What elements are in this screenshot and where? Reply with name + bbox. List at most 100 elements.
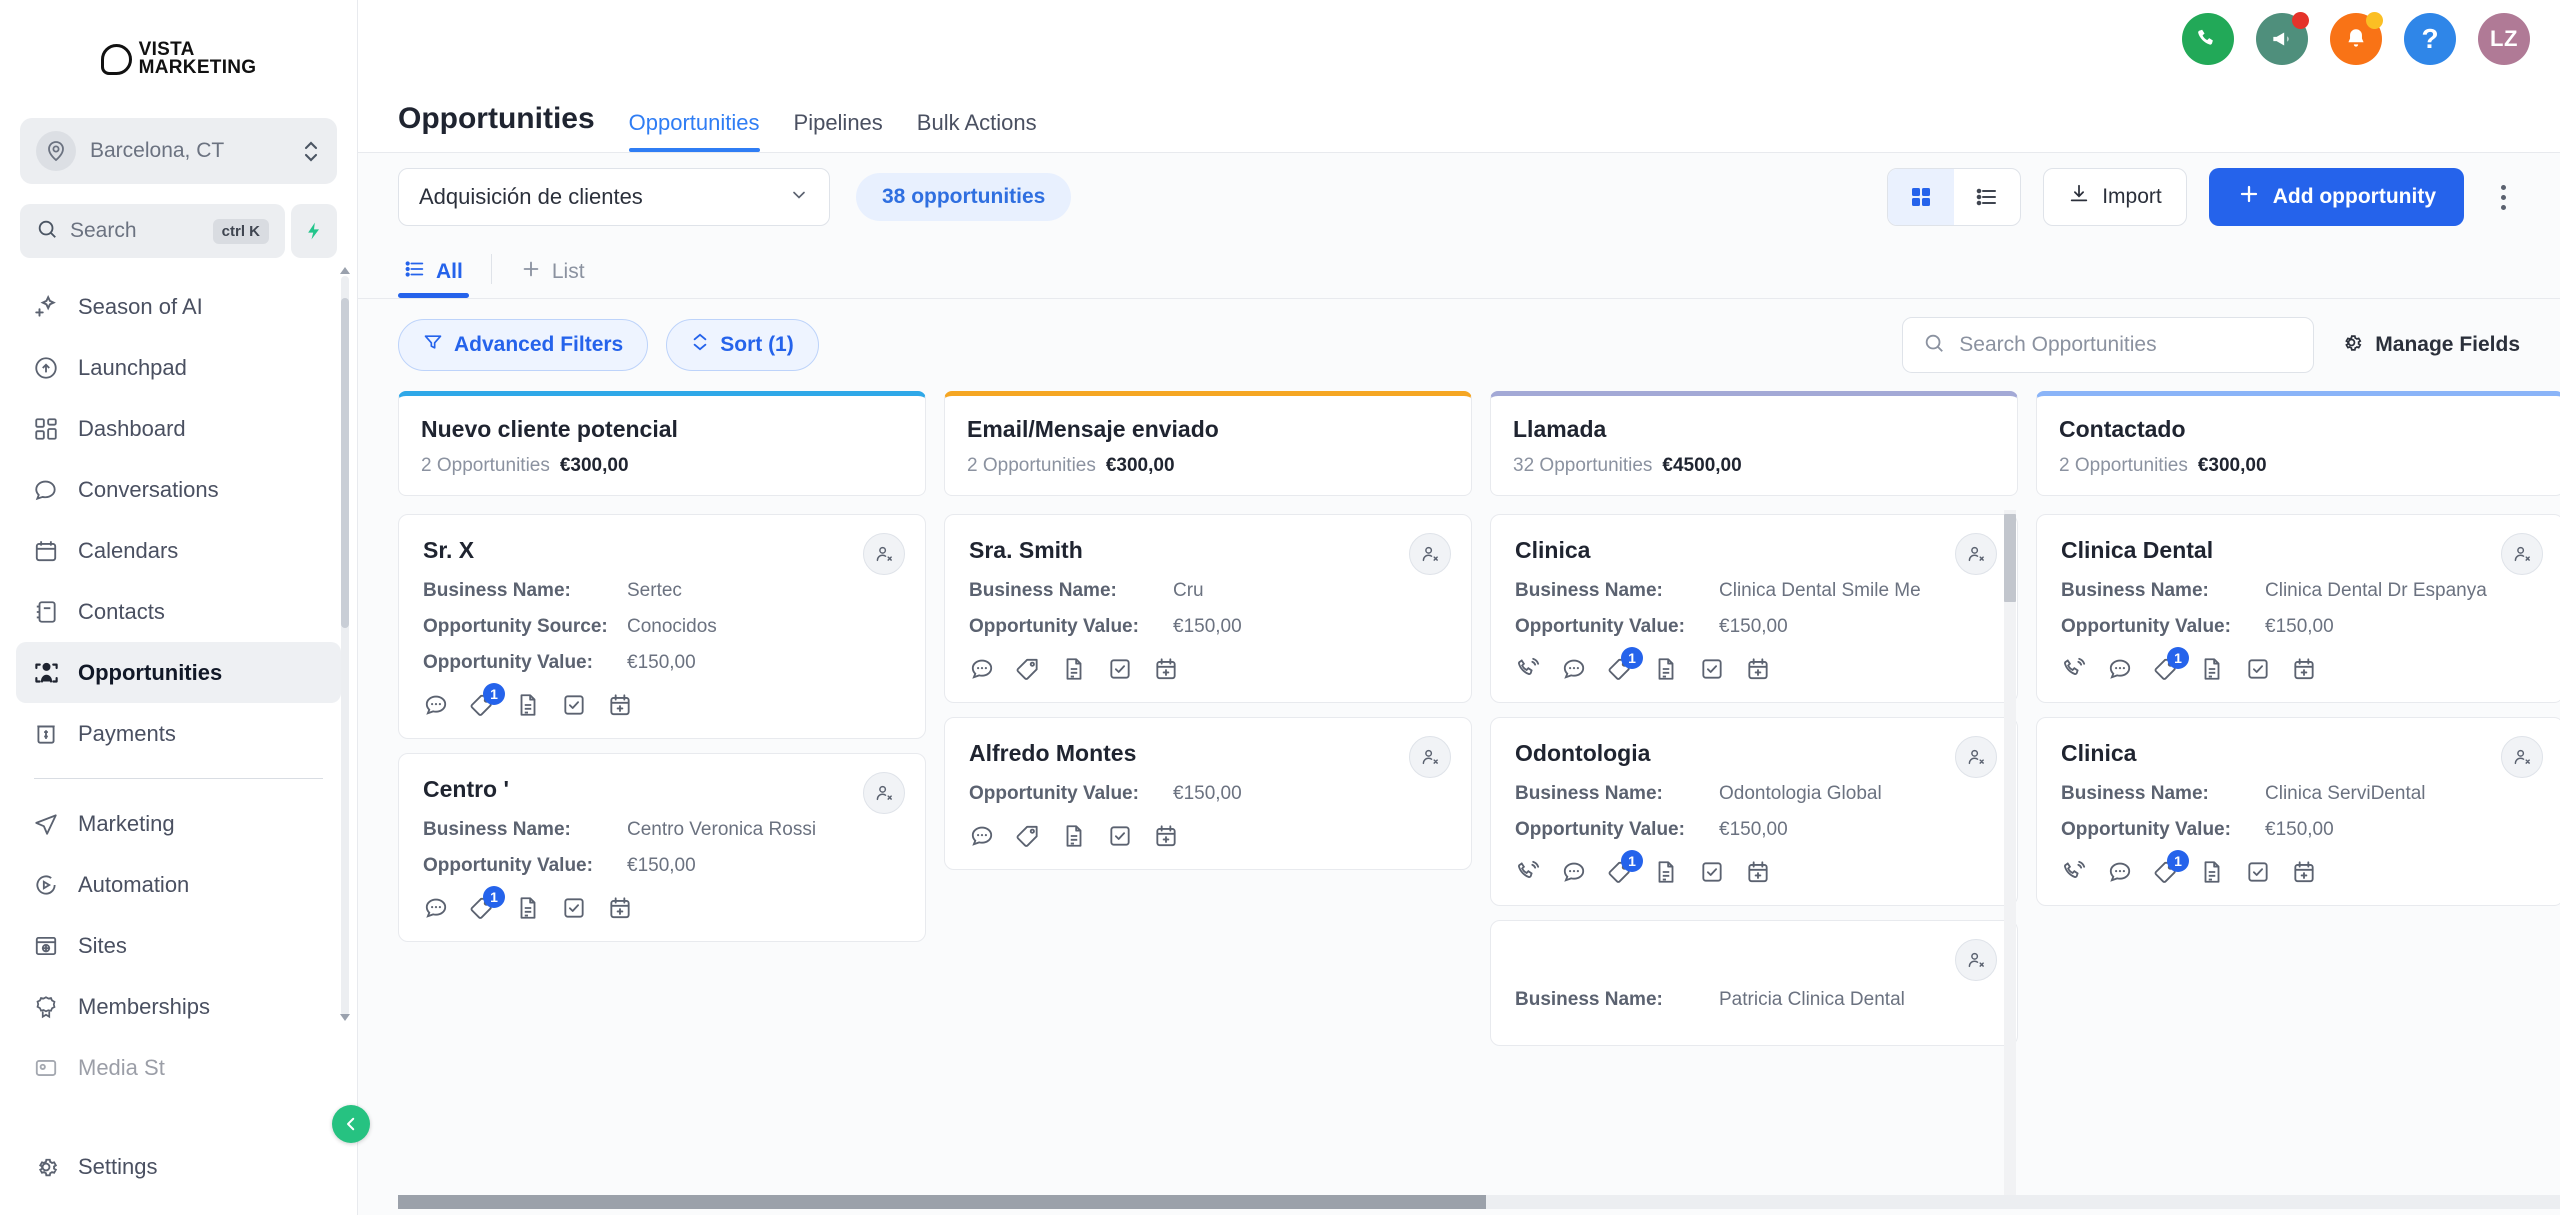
opportunity-card[interactable]: Centro ' Business Name: Centro Veronica Ro… bbox=[398, 753, 926, 942]
search-input[interactable]: Search ctrl K bbox=[20, 204, 285, 258]
document-icon[interactable] bbox=[1061, 656, 1087, 682]
document-icon[interactable] bbox=[1061, 823, 1087, 849]
chat-bubble-icon[interactable] bbox=[969, 656, 995, 682]
chat-bubble-icon[interactable] bbox=[423, 895, 449, 921]
column-scrollbar-track[interactable] bbox=[2004, 510, 2016, 1205]
document-icon[interactable] bbox=[1653, 656, 1679, 682]
task-check-icon[interactable] bbox=[561, 692, 587, 718]
opportunity-card[interactable]: Clinica Business Name: Clinica ServiDental… bbox=[2036, 717, 2560, 906]
column-scrollbar-thumb[interactable] bbox=[2004, 514, 2016, 602]
calendar-add-icon[interactable] bbox=[1153, 656, 1179, 682]
remove-person-icon[interactable] bbox=[1955, 533, 1997, 575]
list-view-icon[interactable] bbox=[1954, 169, 2020, 225]
avatar[interactable]: LZ bbox=[2478, 13, 2530, 65]
sidebar-item-conversations[interactable]: Conversations bbox=[16, 459, 341, 520]
chat-bubble-icon[interactable] bbox=[1561, 656, 1587, 682]
document-icon[interactable] bbox=[2199, 859, 2225, 885]
chat-bubble-icon[interactable] bbox=[1561, 859, 1587, 885]
chat-bubble-icon[interactable] bbox=[2107, 656, 2133, 682]
phone-outline-icon[interactable] bbox=[2061, 859, 2087, 885]
list-tab-all[interactable]: All bbox=[398, 258, 469, 298]
scroll-down-icon[interactable] bbox=[339, 1010, 351, 1022]
sort-button[interactable]: Sort (1) bbox=[666, 319, 819, 371]
sidebar-item-memberships[interactable]: Memberships bbox=[16, 976, 341, 1037]
tag-icon[interactable]: 1 bbox=[469, 683, 505, 718]
calendar-add-icon[interactable] bbox=[1745, 656, 1771, 682]
opportunity-card[interactable]: Clinica Business Name: Clinica Dental Smil… bbox=[1490, 514, 2018, 703]
tag-icon[interactable]: 1 bbox=[1607, 850, 1643, 885]
sidebar-item-launchpad[interactable]: Launchpad bbox=[16, 337, 341, 398]
opportunity-card[interactable]: Sra. Smith Business Name: Cru Opportunity V… bbox=[944, 514, 1472, 703]
calendar-add-icon[interactable] bbox=[607, 692, 633, 718]
tag-icon[interactable]: 1 bbox=[2153, 850, 2189, 885]
calendar-add-icon[interactable] bbox=[2291, 656, 2317, 682]
document-icon[interactable] bbox=[1653, 859, 1679, 885]
opportunity-card[interactable]: Alfredo Montes Opportunity Value: €150,00 bbox=[944, 717, 1472, 870]
collapse-sidebar-icon[interactable] bbox=[332, 1105, 370, 1143]
task-check-icon[interactable] bbox=[561, 895, 587, 921]
help-icon[interactable]: ? bbox=[2404, 13, 2456, 65]
task-check-icon[interactable] bbox=[2245, 859, 2271, 885]
tab-opportunities[interactable]: Opportunities bbox=[628, 110, 760, 152]
document-icon[interactable] bbox=[515, 895, 541, 921]
task-check-icon[interactable] bbox=[2245, 656, 2271, 682]
document-icon[interactable] bbox=[515, 692, 541, 718]
notification-bell-icon[interactable] bbox=[2330, 12, 2383, 65]
remove-person-icon[interactable] bbox=[1955, 939, 1997, 981]
more-options-icon[interactable] bbox=[2486, 184, 2520, 210]
phone-call-icon[interactable] bbox=[2182, 13, 2234, 65]
task-check-icon[interactable] bbox=[1107, 656, 1133, 682]
sidebar-item-season-of-ai[interactable]: Season of AI bbox=[16, 276, 341, 337]
scroll-up-icon[interactable] bbox=[339, 264, 351, 276]
remove-person-icon[interactable] bbox=[863, 533, 905, 575]
calendar-add-icon[interactable] bbox=[1745, 859, 1771, 885]
tag-icon[interactable] bbox=[1015, 823, 1041, 849]
remove-person-icon[interactable] bbox=[1409, 533, 1451, 575]
quick-action-bolt-icon[interactable] bbox=[291, 204, 337, 258]
sidebar-item-opportunities[interactable]: Opportunities bbox=[16, 642, 341, 703]
tag-icon[interactable] bbox=[1015, 656, 1041, 682]
sidebar-item-marketing[interactable]: Marketing bbox=[16, 793, 341, 854]
opportunity-card[interactable]: Odontologia Business Name: Odontologia Glo… bbox=[1490, 717, 2018, 906]
remove-person-icon[interactable] bbox=[863, 772, 905, 814]
manage-fields-button[interactable]: Manage Fields bbox=[2340, 331, 2520, 360]
document-icon[interactable] bbox=[2199, 656, 2225, 682]
sidebar-item-calendars[interactable]: Calendars bbox=[16, 520, 341, 581]
opportunity-card[interactable]: Sr. X Business Name: Sertec Opportunity Sou… bbox=[398, 514, 926, 739]
tab-pipelines[interactable]: Pipelines bbox=[794, 110, 883, 152]
tag-icon[interactable]: 1 bbox=[469, 886, 505, 921]
sidebar-item-sites[interactable]: Sites bbox=[16, 915, 341, 976]
remove-person-icon[interactable] bbox=[1955, 736, 1997, 778]
sidebar-item-settings[interactable]: Settings bbox=[16, 1136, 341, 1197]
phone-outline-icon[interactable] bbox=[1515, 656, 1541, 682]
opportunity-card[interactable]: Business Name: Patricia Clinica Dental bbox=[1490, 920, 2018, 1046]
calendar-add-icon[interactable] bbox=[1153, 823, 1179, 849]
advanced-filters-button[interactable]: Advanced Filters bbox=[398, 319, 649, 371]
sidebar-item-dashboard[interactable]: Dashboard bbox=[16, 398, 341, 459]
board-hscroll-thumb[interactable] bbox=[398, 1195, 1486, 1209]
tab-bulk-actions[interactable]: Bulk Actions bbox=[917, 110, 1037, 152]
sidebar-item-media-storage[interactable]: Media St bbox=[16, 1037, 341, 1098]
phone-outline-icon[interactable] bbox=[1515, 859, 1541, 885]
remove-person-icon[interactable] bbox=[2501, 736, 2543, 778]
chat-bubble-icon[interactable] bbox=[2107, 859, 2133, 885]
megaphone-icon[interactable] bbox=[2256, 12, 2309, 65]
search-opportunities-input[interactable]: Search Opportunities bbox=[1902, 317, 2315, 373]
task-check-icon[interactable] bbox=[1699, 656, 1725, 682]
chat-bubble-icon[interactable] bbox=[423, 692, 449, 718]
calendar-add-icon[interactable] bbox=[607, 895, 633, 921]
remove-person-icon[interactable] bbox=[1409, 736, 1451, 778]
sidebar-scrollbar-thumb[interactable] bbox=[341, 298, 349, 628]
grid-view-icon[interactable] bbox=[1888, 169, 1955, 225]
task-check-icon[interactable] bbox=[1699, 859, 1725, 885]
import-button[interactable]: Import bbox=[2043, 168, 2187, 226]
add-list-button[interactable]: List bbox=[514, 258, 591, 298]
add-opportunity-button[interactable]: Add opportunity bbox=[2208, 168, 2464, 226]
remove-person-icon[interactable] bbox=[2501, 533, 2543, 575]
tag-icon[interactable]: 1 bbox=[1607, 647, 1643, 682]
task-check-icon[interactable] bbox=[1107, 823, 1133, 849]
calendar-add-icon[interactable] bbox=[2291, 859, 2317, 885]
tag-icon[interactable]: 1 bbox=[2153, 647, 2189, 682]
chat-bubble-icon[interactable] bbox=[969, 823, 995, 849]
sidebar-item-contacts[interactable]: Contacts bbox=[16, 581, 341, 642]
